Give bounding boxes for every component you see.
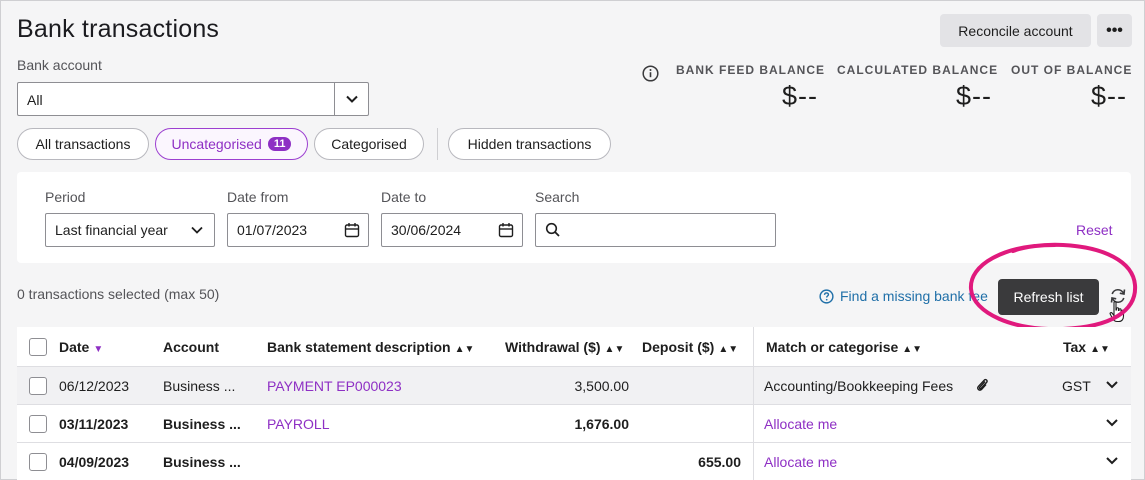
column-header-date-label: Date bbox=[59, 338, 90, 355]
column-header-description-label: Bank statement description bbox=[267, 338, 451, 355]
row-description-link[interactable]: PAYROLL bbox=[267, 416, 330, 432]
column-header-match[interactable]: Match or categorise ▲▼ bbox=[766, 339, 922, 355]
find-missing-bank-fee-link[interactable]: Find a missing bank fee bbox=[819, 288, 988, 304]
search-input[interactable] bbox=[535, 213, 776, 247]
period-select[interactable]: Last financial year bbox=[45, 213, 215, 247]
column-header-deposit[interactable]: Deposit ($) ▲▼ bbox=[642, 339, 738, 355]
selected-count: 0 transactions selected (max 50) bbox=[17, 286, 220, 302]
row-account: Business ... bbox=[163, 415, 241, 432]
chevron-down-icon[interactable] bbox=[334, 83, 368, 115]
row-account: Business ... bbox=[163, 377, 236, 394]
chevron-down-icon[interactable] bbox=[1105, 415, 1119, 432]
filter-hidden-transactions[interactable]: Hidden transactions bbox=[448, 128, 611, 160]
sort-icon: ▲▼ bbox=[454, 343, 475, 355]
column-header-date[interactable]: Date ▼ bbox=[59, 339, 103, 355]
date-to-value: 30/06/2024 bbox=[391, 222, 462, 238]
chevron-down-icon bbox=[190, 223, 206, 239]
filter-divider bbox=[437, 128, 438, 160]
reset-link[interactable]: Reset bbox=[1076, 222, 1113, 238]
sort-icon: ▲▼ bbox=[604, 343, 625, 355]
column-header-match-label: Match or categorise bbox=[766, 338, 899, 355]
row-description-link[interactable]: PAYMENT EP000023 bbox=[267, 378, 402, 394]
out-of-balance-value: $-- bbox=[1091, 81, 1127, 111]
row-date: 06/12/2023 bbox=[59, 377, 130, 394]
bank-feed-balance-label: BANK FEED BALANCE bbox=[676, 63, 825, 77]
column-divider bbox=[753, 405, 754, 442]
hand-pointer-icon bbox=[1109, 300, 1127, 324]
filter-uncategorised[interactable]: Uncategorised 11 bbox=[155, 128, 308, 160]
table-row[interactable]: 04/09/2023 Business ... 655.00 Allocate … bbox=[17, 443, 1131, 480]
row-date: 04/09/2023 bbox=[59, 453, 130, 470]
transactions-table: Date ▼ Account Bank statement description… bbox=[17, 327, 1131, 480]
column-header-account: Account bbox=[163, 338, 219, 355]
table-row[interactable]: 03/11/2023 Business ... PAYROLL 1,676.00… bbox=[17, 405, 1131, 443]
calendar-icon[interactable] bbox=[344, 222, 360, 238]
date-to-label: Date to bbox=[381, 189, 427, 205]
bank-account-value: All bbox=[27, 92, 43, 108]
search-label: Search bbox=[535, 189, 580, 205]
uncategorised-count-badge: 11 bbox=[267, 137, 292, 151]
out-of-balance-label: OUT OF BALANCE bbox=[1011, 63, 1133, 77]
row-deposit: 655.00 bbox=[698, 453, 741, 470]
row-match[interactable]: Accounting/Bookkeeping Fees bbox=[764, 378, 953, 394]
info-icon[interactable] bbox=[642, 65, 659, 82]
table-header-row: Date ▼ Account Bank statement description… bbox=[17, 327, 1131, 367]
date-from-input[interactable]: 01/07/2023 bbox=[227, 213, 369, 247]
sort-icon: ▲▼ bbox=[902, 343, 923, 355]
row-checkbox[interactable] bbox=[29, 452, 47, 471]
column-header-withdrawal[interactable]: Withdrawal ($) ▲▼ bbox=[505, 339, 624, 355]
row-account: Business ... bbox=[163, 453, 241, 470]
sort-icon: ▲▼ bbox=[1090, 343, 1110, 355]
select-all-checkbox[interactable] bbox=[29, 337, 47, 356]
period-value: Last financial year bbox=[55, 222, 168, 238]
calculated-balance-label: CALCULATED BALANCE bbox=[837, 63, 999, 77]
bank-feed-balance-value: $-- bbox=[782, 81, 818, 111]
help-icon bbox=[819, 288, 834, 304]
filter-uncategorised-label: Uncategorised bbox=[171, 136, 262, 152]
column-header-tax-label: Tax bbox=[1063, 338, 1087, 355]
chevron-down-icon[interactable] bbox=[1105, 453, 1119, 470]
calendar-icon[interactable] bbox=[498, 222, 514, 238]
search-icon bbox=[545, 222, 561, 238]
row-tax: GST bbox=[1062, 377, 1091, 394]
bank-account-select[interactable]: All bbox=[17, 82, 369, 116]
date-from-label: Date from bbox=[227, 189, 289, 205]
column-divider bbox=[753, 367, 754, 404]
calculated-balance-value: $-- bbox=[956, 81, 992, 111]
column-header-description[interactable]: Bank statement description ▲▼ bbox=[267, 339, 474, 355]
column-header-tax[interactable]: Tax ▲▼ bbox=[1063, 339, 1110, 355]
chevron-down-icon[interactable] bbox=[1105, 377, 1119, 394]
column-divider bbox=[753, 327, 754, 366]
table-row[interactable]: 06/12/2023 Business ... PAYMENT EP000023… bbox=[17, 367, 1131, 405]
reconcile-account-button[interactable]: Reconcile account bbox=[940, 14, 1091, 47]
column-header-deposit-label: Deposit ($) bbox=[642, 338, 715, 355]
row-checkbox[interactable] bbox=[29, 376, 47, 395]
row-allocate-link[interactable]: Allocate me bbox=[764, 416, 837, 432]
filter-categorised[interactable]: Categorised bbox=[314, 128, 424, 160]
column-divider bbox=[753, 443, 754, 480]
date-from-value: 01/07/2023 bbox=[237, 222, 308, 238]
date-to-input[interactable]: 30/06/2024 bbox=[381, 213, 523, 247]
sort-icon: ▲▼ bbox=[718, 343, 739, 355]
column-header-withdrawal-label: Withdrawal ($) bbox=[505, 338, 601, 355]
paperclip-icon[interactable] bbox=[975, 376, 989, 395]
refresh-tooltip: Refresh list bbox=[998, 279, 1099, 315]
sort-desc-icon: ▼ bbox=[93, 343, 104, 355]
find-missing-bank-fee-label: Find a missing bank fee bbox=[840, 288, 988, 304]
bank-account-label: Bank account bbox=[17, 57, 102, 73]
row-checkbox[interactable] bbox=[29, 414, 47, 433]
row-allocate-link[interactable]: Allocate me bbox=[764, 454, 837, 470]
period-label: Period bbox=[45, 189, 86, 205]
row-withdrawal: 3,500.00 bbox=[574, 377, 630, 394]
row-withdrawal: 1,676.00 bbox=[574, 415, 630, 432]
more-options-button[interactable]: ••• bbox=[1097, 14, 1132, 47]
row-date: 03/11/2023 bbox=[59, 415, 129, 432]
page-title: Bank transactions bbox=[17, 15, 220, 43]
filter-all-transactions[interactable]: All transactions bbox=[17, 128, 149, 160]
